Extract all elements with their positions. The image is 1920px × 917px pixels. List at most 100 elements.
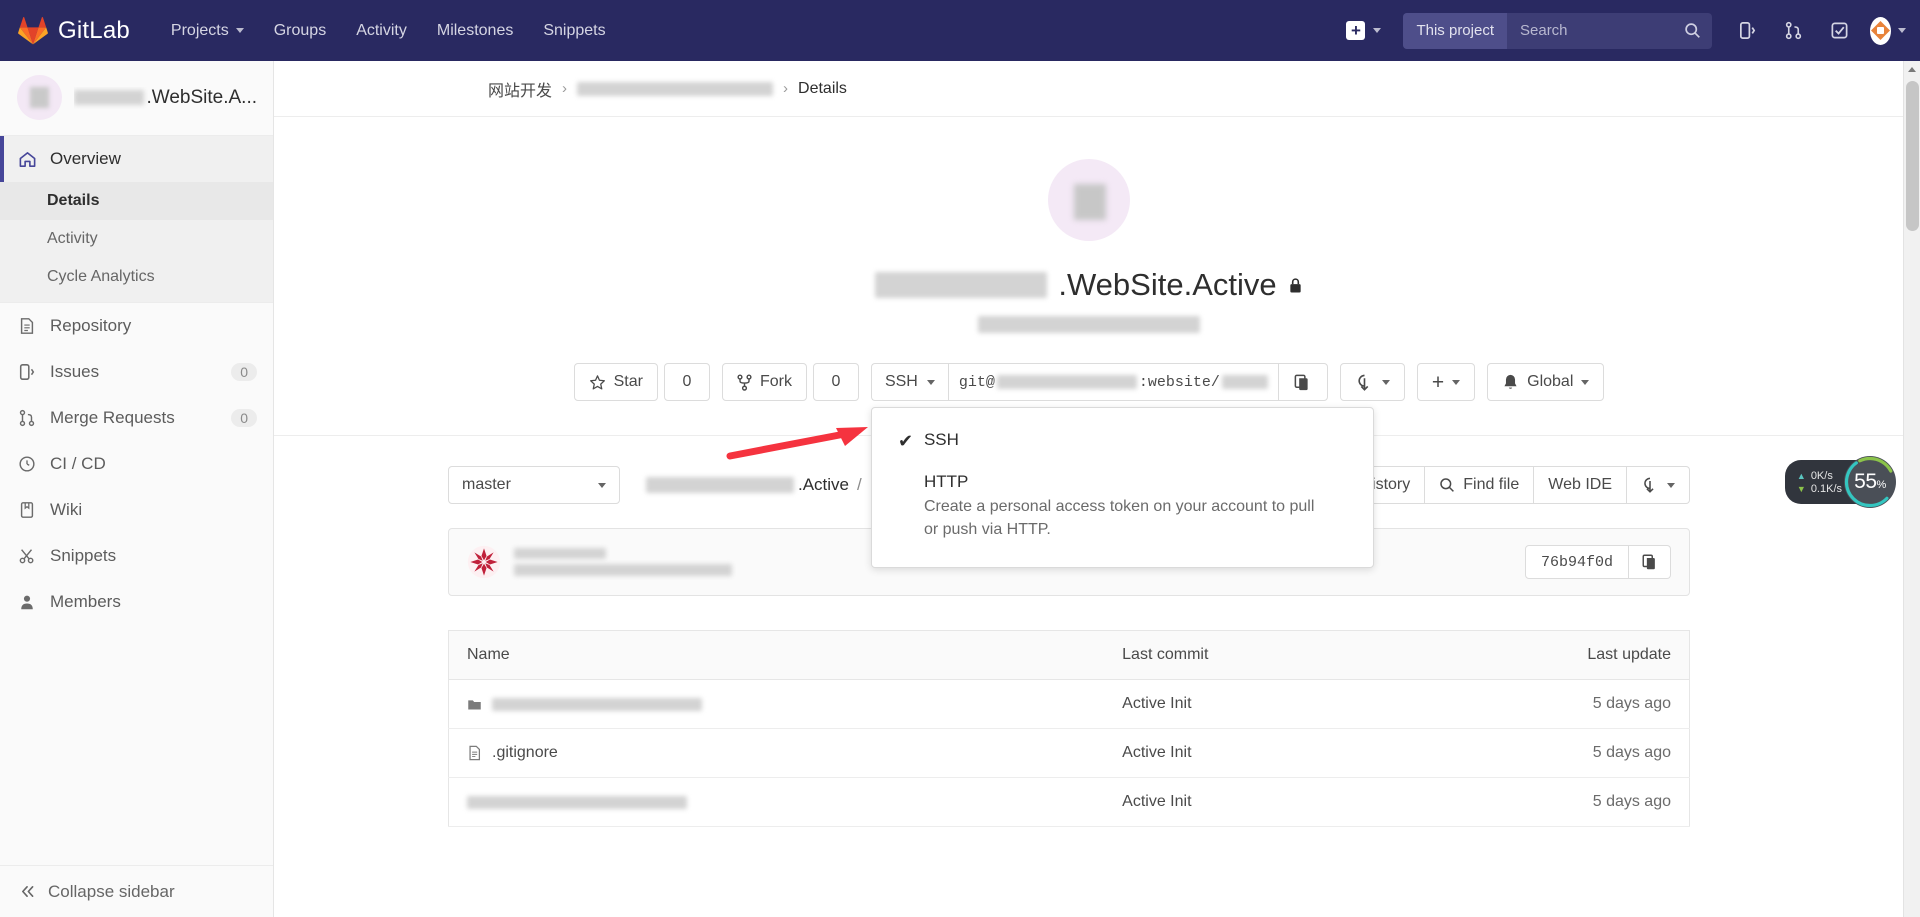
new-item-button[interactable]: + — [1334, 21, 1393, 40]
sidebar-item-details[interactable]: Details — [0, 182, 273, 220]
file-last-update-cell: 5 days ago — [1399, 777, 1690, 827]
sidebar-item-issues[interactable]: Issues 0 — [0, 349, 273, 395]
issues-nav-button[interactable] — [1726, 11, 1768, 51]
check-icon: ✔ — [897, 431, 914, 451]
file-name-cell[interactable] — [448, 777, 1105, 827]
table-row[interactable]: Active Init 5 days ago — [448, 777, 1690, 827]
redacted-commit-author — [514, 548, 606, 559]
home-icon — [17, 150, 37, 169]
system-monitor-widget[interactable]: ▲ 0K/s ▼ 0.1K/s 55% — [1784, 456, 1896, 508]
user-menu-button[interactable] — [1864, 11, 1906, 51]
search-scope-button[interactable]: This project — [1403, 12, 1507, 49]
nav-snippets[interactable]: Snippets — [528, 14, 620, 48]
sidebar-item-snippets[interactable]: Snippets — [0, 533, 273, 579]
fork-count[interactable]: 0 — [812, 363, 859, 401]
file-last-commit-cell[interactable]: Active Init — [1104, 728, 1400, 778]
redacted-project-path — [978, 316, 1200, 333]
gitlab-brand[interactable]: GitLab — [18, 16, 130, 46]
star-label: Star — [613, 373, 643, 390]
file-name-text: .gitignore — [492, 744, 558, 761]
clone-option-http[interactable]: HTTP Create a personal access token on y… — [872, 458, 1373, 549]
clone-protocol-dropdown: ✔ SSH HTTP Create a personal access toke… — [726, 407, 1374, 569]
star-button[interactable]: Star — [573, 363, 658, 401]
commit-sha-group: 76b94f0d — [1524, 545, 1671, 579]
file-name-cell[interactable] — [448, 679, 1105, 729]
branch-selector[interactable]: master — [448, 466, 620, 504]
repository-path: .Active / — [646, 475, 862, 495]
collapse-sidebar-button[interactable]: Collapse sidebar — [0, 865, 273, 917]
table-row[interactable]: .gitignore Active Init 5 days ago — [448, 728, 1690, 778]
download-source-button[interactable] — [1339, 363, 1405, 401]
sidebar-item-activity[interactable]: Activity — [0, 220, 273, 258]
chevron-double-left-icon — [22, 886, 34, 897]
sidebar-item-members[interactable]: Members — [0, 579, 273, 625]
sidebar-issues-count: 0 — [231, 363, 257, 381]
file-last-commit-cell[interactable]: Active Init — [1104, 679, 1400, 729]
page-title: .WebSite.Active — [274, 267, 1904, 303]
commit-author-avatar — [467, 545, 501, 579]
search-icon — [1440, 478, 1455, 492]
copy-icon — [1642, 554, 1655, 570]
path-separator: / — [857, 475, 862, 494]
nav-snippets-label: Snippets — [543, 21, 606, 39]
clone-option-ssh[interactable]: ✔ SSH — [872, 422, 1373, 458]
redacted-clone-host — [996, 375, 1137, 389]
breadcrumb-project-redacted[interactable] — [577, 81, 774, 96]
redacted-title-prefix — [875, 272, 1048, 298]
redacted-path-prefix — [646, 477, 794, 493]
web-ide-button[interactable]: Web IDE — [1534, 466, 1627, 504]
files-table-body: Active Init 5 days ago .gitignore Active… — [448, 679, 1690, 827]
search-input[interactable] — [1507, 12, 1712, 49]
chevron-down-icon — [1581, 379, 1590, 385]
add-to-project-button[interactable]: + — [1416, 363, 1476, 401]
repository-path-suffix[interactable]: .Active — [798, 475, 849, 495]
clone-url-field[interactable]: git@ :website/ — [947, 363, 1278, 401]
scrollbar-thumb[interactable] — [1906, 81, 1919, 231]
files-table-head: Name Last commit Last update — [448, 630, 1690, 680]
rocket-icon — [17, 455, 37, 473]
commit-sha[interactable]: 76b94f0d — [1524, 545, 1629, 579]
sidebar-item-ci-cd[interactable]: CI / CD — [0, 441, 273, 487]
nav-projects[interactable]: Projects — [156, 14, 259, 48]
nav-activity[interactable]: Activity — [341, 14, 422, 48]
nav-milestones-label: Milestones — [436, 21, 514, 39]
clone-protocol-button[interactable]: SSH — [870, 363, 948, 401]
sidebar-item-merge-requests[interactable]: Merge Requests 0 — [0, 395, 273, 441]
project-title-text: .WebSite.Active — [1058, 267, 1277, 302]
chevron-down-icon — [1667, 482, 1675, 488]
main-content: 网站开发 › › Details .WebSite.Active Star 0 … — [274, 61, 1904, 917]
nav-milestones[interactable]: Milestones — [422, 14, 528, 48]
lock-icon — [1289, 277, 1301, 293]
navbar-right: + This project — [1334, 11, 1906, 51]
table-row[interactable]: Active Init 5 days ago — [448, 679, 1690, 729]
download-repo-button[interactable] — [1627, 466, 1690, 504]
copy-clone-url-button[interactable] — [1277, 363, 1328, 401]
file-name-cell[interactable]: .gitignore — [448, 728, 1105, 778]
find-file-button[interactable]: Find file — [1425, 466, 1535, 504]
sidebar-item-repository[interactable]: Repository — [0, 303, 273, 349]
top-navbar: GitLab Projects Groups Activity Mileston… — [0, 0, 1920, 61]
sidebar-item-overview[interactable]: Overview — [0, 136, 273, 182]
fork-button[interactable]: Fork — [721, 363, 807, 401]
star-count[interactable]: 0 — [663, 363, 710, 401]
scroll-up-arrow[interactable] — [1908, 67, 1916, 72]
copy-commit-sha-button[interactable] — [1629, 545, 1671, 579]
folder-icon — [468, 699, 481, 709]
copy-icon — [1294, 374, 1308, 390]
notification-button[interactable]: Global — [1487, 363, 1605, 401]
sidebar-item-wiki[interactable]: Wiki — [0, 487, 273, 533]
file-icon — [469, 745, 481, 761]
sidebar-item-overview-label: Overview — [50, 149, 121, 168]
sidebar-item-repository-label: Repository — [50, 316, 132, 335]
sidebar-item-cycle-analytics[interactable]: Cycle Analytics — [0, 258, 273, 296]
page-scrollbar[interactable] — [1903, 61, 1920, 917]
user-icon — [17, 593, 37, 611]
sidebar-project-header[interactable]: .WebSite.A... — [0, 61, 273, 136]
breadcrumb-group[interactable]: 网站开发 — [488, 77, 552, 101]
merge-requests-nav-button[interactable] — [1772, 11, 1814, 51]
nav-groups[interactable]: Groups — [259, 14, 341, 48]
todos-nav-button[interactable] — [1818, 11, 1860, 51]
file-last-commit-cell[interactable]: Active Init — [1104, 777, 1400, 827]
find-file-label: Find file — [1463, 476, 1520, 493]
gitlab-project-page: GitLab Projects Groups Activity Mileston… — [0, 0, 1920, 917]
